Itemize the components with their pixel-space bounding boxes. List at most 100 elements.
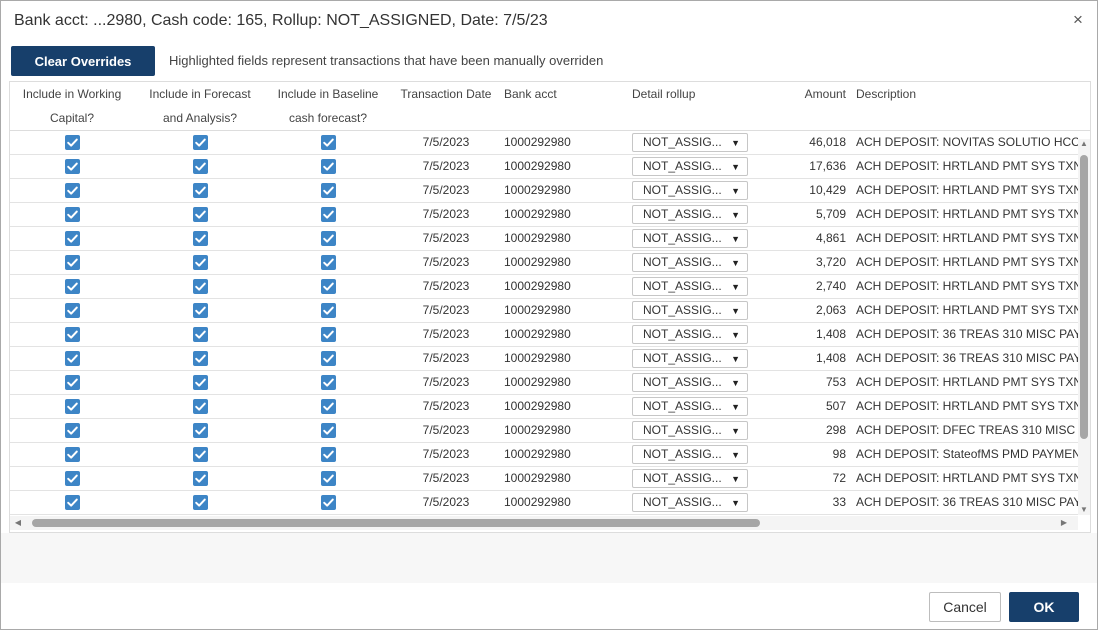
checkbox-checked-icon[interactable] [321, 279, 336, 294]
detail-rollup-dropdown[interactable]: NOT_ASSIG... ▼ [632, 301, 748, 320]
checkbox-checked-icon[interactable] [321, 303, 336, 318]
column-header-detail-rollup[interactable]: Detail rollup [632, 82, 752, 130]
column-header-amount[interactable]: Amount [766, 82, 846, 130]
chevron-down-icon[interactable]: ▼ [731, 494, 740, 511]
horizontal-scrollbar[interactable]: ◀ ▶ [10, 516, 1078, 530]
chevron-down-icon[interactable]: ▼ [731, 134, 740, 151]
detail-rollup-dropdown[interactable]: NOT_ASSIG... ▼ [632, 205, 748, 224]
table-row[interactable]: 7/5/2023 1000292980 NOT_ASSIG... ▼ 17,636 ACH… [10, 155, 1078, 179]
checkbox-checked-icon[interactable] [321, 327, 336, 342]
checkbox-checked-icon[interactable] [65, 303, 80, 318]
table-row[interactable]: 7/5/2023 1000292980 NOT_ASSIG... ▼ 98 ACH DEP… [10, 443, 1078, 467]
checkbox-checked-icon[interactable] [321, 231, 336, 246]
checkbox-checked-icon[interactable] [193, 207, 208, 222]
detail-rollup-dropdown[interactable]: NOT_ASSIG... ▼ [632, 277, 748, 296]
checkbox-checked-icon[interactable] [65, 327, 80, 342]
column-header-include-forecast[interactable]: Include in Forecast and Analysis? [136, 82, 264, 130]
table-row[interactable]: 7/5/2023 1000292980 NOT_ASSIG... ▼ 753 ACH DE… [10, 371, 1078, 395]
checkbox-checked-icon[interactable] [65, 423, 80, 438]
table-row[interactable]: 7/5/2023 1000292980 NOT_ASSIG... ▼ 2,740 ACH … [10, 275, 1078, 299]
detail-rollup-dropdown[interactable]: NOT_ASSIG... ▼ [632, 181, 748, 200]
chevron-down-icon[interactable]: ▼ [731, 326, 740, 343]
detail-rollup-dropdown[interactable]: NOT_ASSIG... ▼ [632, 421, 748, 440]
checkbox-checked-icon[interactable] [193, 159, 208, 174]
checkbox-checked-icon[interactable] [321, 495, 336, 510]
detail-rollup-dropdown[interactable]: NOT_ASSIG... ▼ [632, 229, 748, 248]
column-header-transaction-date[interactable]: Transaction Date [396, 82, 496, 130]
scroll-up-icon[interactable]: ▲ [1078, 139, 1090, 149]
table-row[interactable]: 7/5/2023 1000292980 NOT_ASSIG... ▼ 46,018 ACH… [10, 131, 1078, 155]
detail-rollup-dropdown[interactable]: NOT_ASSIG... ▼ [632, 493, 748, 512]
checkbox-checked-icon[interactable] [65, 351, 80, 366]
checkbox-checked-icon[interactable] [193, 183, 208, 198]
detail-rollup-dropdown[interactable]: NOT_ASSIG... ▼ [632, 133, 748, 152]
chevron-down-icon[interactable]: ▼ [731, 398, 740, 415]
checkbox-checked-icon[interactable] [65, 135, 80, 150]
chevron-down-icon[interactable]: ▼ [731, 350, 740, 367]
table-row[interactable]: 7/5/2023 1000292980 NOT_ASSIG... ▼ 72 ACH DEP… [10, 467, 1078, 491]
table-row[interactable]: 7/5/2023 1000292980 NOT_ASSIG... ▼ 2,063 ACH … [10, 299, 1078, 323]
checkbox-checked-icon[interactable] [65, 375, 80, 390]
chevron-down-icon[interactable]: ▼ [731, 206, 740, 223]
checkbox-checked-icon[interactable] [193, 399, 208, 414]
checkbox-checked-icon[interactable] [321, 423, 336, 438]
chevron-down-icon[interactable]: ▼ [731, 158, 740, 175]
checkbox-checked-icon[interactable] [65, 255, 80, 270]
checkbox-checked-icon[interactable] [193, 279, 208, 294]
checkbox-checked-icon[interactable] [193, 423, 208, 438]
table-row[interactable]: 7/5/2023 1000292980 NOT_ASSIG... ▼ 5,709 ACH … [10, 203, 1078, 227]
detail-rollup-dropdown[interactable]: NOT_ASSIG... ▼ [632, 253, 748, 272]
checkbox-checked-icon[interactable] [321, 375, 336, 390]
checkbox-checked-icon[interactable] [65, 207, 80, 222]
chevron-down-icon[interactable]: ▼ [731, 254, 740, 271]
checkbox-checked-icon[interactable] [321, 207, 336, 222]
checkbox-checked-icon[interactable] [193, 135, 208, 150]
chevron-down-icon[interactable]: ▼ [731, 278, 740, 295]
checkbox-checked-icon[interactable] [193, 495, 208, 510]
close-icon[interactable]: × [1069, 11, 1087, 29]
cancel-button[interactable]: Cancel [929, 592, 1001, 622]
vertical-scroll-thumb[interactable] [1080, 155, 1088, 439]
checkbox-checked-icon[interactable] [193, 255, 208, 270]
checkbox-checked-icon[interactable] [65, 183, 80, 198]
table-row[interactable]: 7/5/2023 1000292980 NOT_ASSIG... ▼ 298 ACH DE… [10, 419, 1078, 443]
checkbox-checked-icon[interactable] [65, 447, 80, 462]
table-row[interactable]: 7/5/2023 1000292980 NOT_ASSIG... ▼ 1,408 ACH … [10, 347, 1078, 371]
chevron-down-icon[interactable]: ▼ [731, 422, 740, 439]
checkbox-checked-icon[interactable] [193, 351, 208, 366]
checkbox-checked-icon[interactable] [65, 279, 80, 294]
checkbox-checked-icon[interactable] [193, 447, 208, 462]
detail-rollup-dropdown[interactable]: NOT_ASSIG... ▼ [632, 157, 748, 176]
detail-rollup-dropdown[interactable]: NOT_ASSIG... ▼ [632, 349, 748, 368]
checkbox-checked-icon[interactable] [321, 135, 336, 150]
checkbox-checked-icon[interactable] [321, 159, 336, 174]
detail-rollup-dropdown[interactable]: NOT_ASSIG... ▼ [632, 445, 748, 464]
table-row[interactable]: 7/5/2023 1000292980 NOT_ASSIG... ▼ 10,429 ACH… [10, 179, 1078, 203]
chevron-down-icon[interactable]: ▼ [731, 302, 740, 319]
table-row[interactable]: 7/5/2023 1000292980 NOT_ASSIG... ▼ 3,720 ACH … [10, 251, 1078, 275]
chevron-down-icon[interactable]: ▼ [731, 182, 740, 199]
checkbox-checked-icon[interactable] [321, 471, 336, 486]
checkbox-checked-icon[interactable] [193, 327, 208, 342]
checkbox-checked-icon[interactable] [65, 471, 80, 486]
checkbox-checked-icon[interactable] [321, 447, 336, 462]
chevron-down-icon[interactable]: ▼ [731, 446, 740, 463]
column-header-include-baseline[interactable]: Include in Baseline cash forecast? [266, 82, 390, 130]
column-header-include-working-capital[interactable]: Include in Working Capital? [10, 82, 134, 130]
checkbox-checked-icon[interactable] [321, 399, 336, 414]
table-row[interactable]: 7/5/2023 1000292980 NOT_ASSIG... ▼ 4,861 ACH … [10, 227, 1078, 251]
checkbox-checked-icon[interactable] [193, 375, 208, 390]
table-row[interactable]: 7/5/2023 1000292980 NOT_ASSIG... ▼ 33 ACH DEP… [10, 491, 1078, 515]
chevron-down-icon[interactable]: ▼ [731, 230, 740, 247]
checkbox-checked-icon[interactable] [65, 231, 80, 246]
vertical-scrollbar[interactable]: ▲ ▼ [1078, 139, 1090, 515]
detail-rollup-dropdown[interactable]: NOT_ASSIG... ▼ [632, 373, 748, 392]
checkbox-checked-icon[interactable] [321, 255, 336, 270]
checkbox-checked-icon[interactable] [321, 351, 336, 366]
detail-rollup-dropdown[interactable]: NOT_ASSIG... ▼ [632, 397, 748, 416]
checkbox-checked-icon[interactable] [321, 183, 336, 198]
checkbox-checked-icon[interactable] [65, 399, 80, 414]
column-header-bank-acct[interactable]: Bank acct [504, 82, 604, 130]
scroll-down-icon[interactable]: ▼ [1078, 505, 1090, 515]
column-header-description[interactable]: Description [856, 82, 1056, 130]
